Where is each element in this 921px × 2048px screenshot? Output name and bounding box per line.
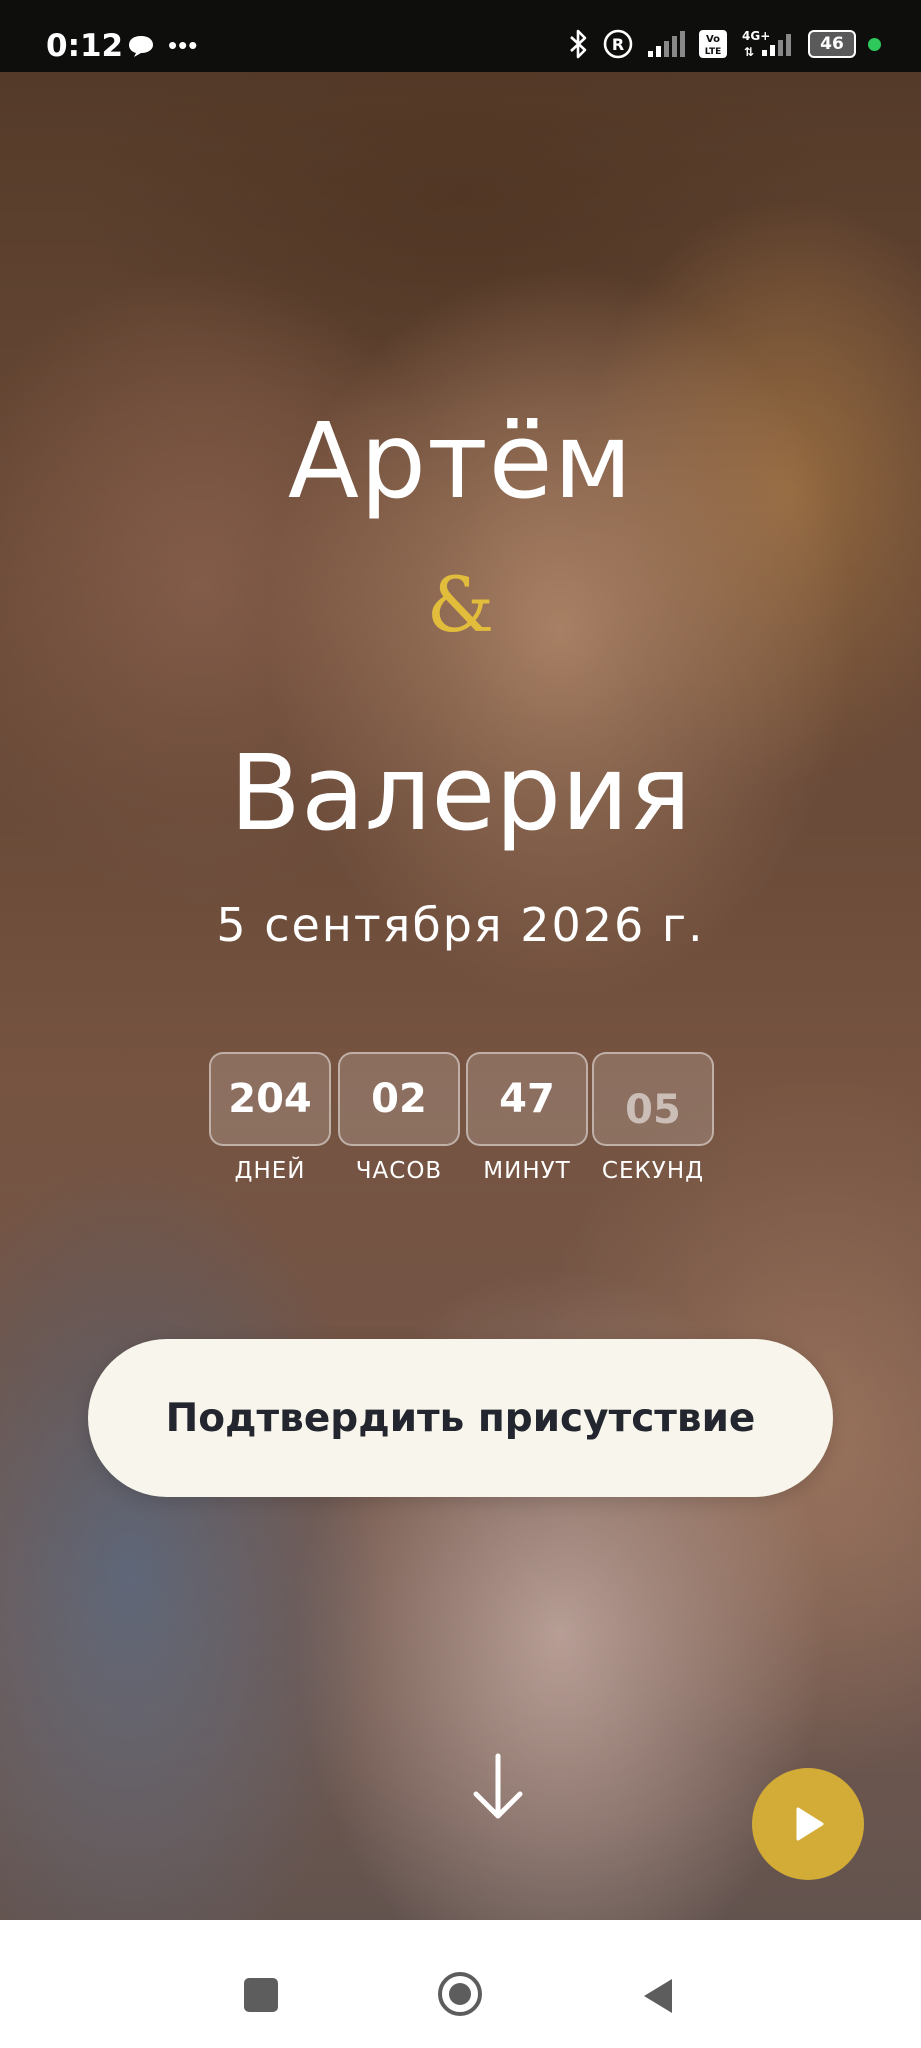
registered-icon: R: [603, 29, 633, 59]
play-icon: [796, 1807, 824, 1841]
groom-name: Артём: [287, 400, 634, 522]
countdown-days-value: 204: [209, 1052, 331, 1146]
music-play-button[interactable]: [752, 1768, 864, 1880]
bride-name: Валерия: [229, 732, 692, 854]
bluetooth-icon: [570, 29, 587, 59]
chat-bubble-icon: [129, 36, 153, 57]
countdown-seconds: 05 СЕКУНД: [592, 1052, 714, 1184]
countdown-hours-label: ЧАСОВ: [355, 1158, 443, 1184]
home-circle-icon[interactable]: [436, 1970, 484, 2018]
wedding-date: 5 сентября 2026 г.: [216, 898, 705, 952]
arrow-down-icon[interactable]: [470, 1752, 526, 1824]
svg-text:LTE: LTE: [705, 47, 722, 57]
countdown-seconds-label: СЕКУНД: [601, 1158, 705, 1184]
recents-square-icon[interactable]: [244, 1978, 278, 2012]
svg-text:R: R: [612, 35, 624, 54]
battery-icon: 46: [808, 30, 856, 58]
countdown-minutes-label: МИНУТ: [483, 1158, 571, 1184]
photo-overlay: [0, 72, 921, 1920]
countdown-minutes-value: 47: [466, 1052, 588, 1146]
status-time: 0:12: [46, 28, 124, 64]
more-icon: •••: [168, 30, 199, 60]
ampersand: &: [426, 560, 495, 649]
system-navigation-bar: [0, 1920, 921, 2048]
countdown-hours-value: 02: [338, 1052, 460, 1146]
svg-text:⇅: ⇅: [744, 45, 754, 59]
countdown-seconds-value: 05: [592, 1052, 714, 1146]
countdown-days: 204 ДНЕЙ: [209, 1052, 331, 1184]
status-bar: 0:12 ••• R Vo LTE 4G+ ⇅ 46: [0, 0, 921, 72]
4g-signal-icon: 4G+ ⇅: [742, 29, 791, 59]
volte-icon: Vo LTE: [699, 30, 727, 58]
svg-text:Vo: Vo: [706, 34, 720, 45]
privacy-indicator-dot: [868, 37, 881, 51]
status-icons: R Vo LTE 4G+ ⇅ 46: [568, 26, 881, 62]
hero-photo-section: [0, 72, 921, 1920]
back-triangle-icon[interactable]: [640, 1976, 676, 2016]
countdown-hours: 02 ЧАСОВ: [338, 1052, 460, 1184]
countdown-days-label: ДНЕЙ: [234, 1158, 306, 1184]
signal-icon: [648, 31, 685, 57]
confirm-attendance-button[interactable]: Подтвердить присутствие: [88, 1339, 833, 1497]
countdown-minutes: 47 МИНУТ: [466, 1052, 588, 1184]
svg-text:4G+: 4G+: [742, 29, 770, 43]
